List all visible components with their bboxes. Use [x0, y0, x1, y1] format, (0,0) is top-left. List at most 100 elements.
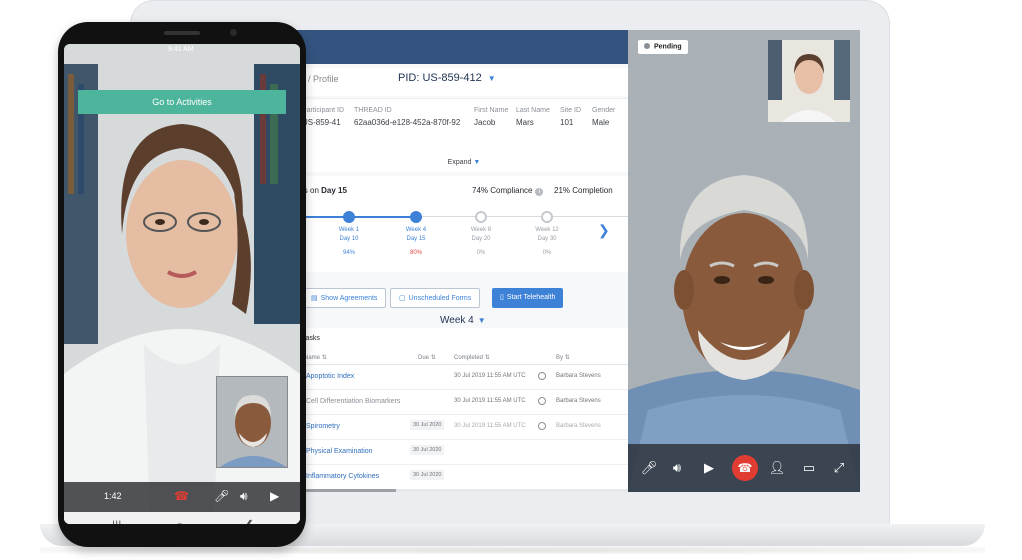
horizontal-scrollbar[interactable] — [300, 489, 628, 492]
status-dot-icon — [644, 43, 650, 49]
hangup-button[interactable]: ☎ — [732, 455, 758, 481]
week-name: Week 4 — [405, 227, 427, 233]
scrollbar-thumb[interactable] — [300, 489, 396, 492]
participant-info-card: Participant ID US-859-41 THREAD ID 62aa0… — [300, 98, 628, 172]
info-label: First Name — [474, 107, 509, 114]
pid-selector[interactable]: PID: US-859-412 ▼ — [398, 72, 496, 84]
week-day: Day 30 — [537, 236, 557, 242]
task-due: 30 Jul 2020 — [410, 445, 445, 455]
breadcrumb[interactable]: / Profile — [308, 74, 339, 84]
week-8-compliance: 0% — [476, 250, 486, 256]
task-name[interactable]: Physical Examination — [306, 448, 373, 455]
tasks-card: Tasks Name ⇅ Due ⇅ Completed ⇅ By ⇅ Apop… — [300, 328, 628, 492]
timeline-label-week-1: Week 1 Day 10 — [319, 226, 379, 244]
timeline-label-week-4: Week 4 Day 15 — [386, 226, 446, 244]
info-value: Male — [592, 118, 610, 127]
speaker-icon[interactable]: 🔊︎ — [240, 489, 248, 504]
timeline-node-week-1[interactable] — [343, 211, 355, 223]
column-label: Completed — [454, 355, 484, 361]
status-time: 9:41 AM — [168, 46, 194, 53]
table-row[interactable]: Apoptotic Index 30 Jul 2019 11:55 AM UTC… — [300, 365, 628, 390]
week-selector[interactable]: Week 4 ▼ — [440, 315, 486, 326]
chevron-down-icon: ▼ — [487, 74, 496, 83]
task-by: Barbara Stevens — [556, 423, 601, 429]
go-to-activities-button[interactable]: Go to Activities — [78, 90, 286, 114]
microphone-icon[interactable]: 🎤︎ — [214, 489, 229, 503]
laptop-shadow — [40, 546, 985, 554]
info-value: 101 — [560, 118, 574, 127]
task-name[interactable]: Cell Differentiation Biomarkers — [306, 398, 400, 405]
info-icon[interactable]: i — [535, 188, 544, 196]
clock-icon — [538, 422, 546, 430]
start-telehealth-button[interactable]: ▯ Start Telehealth — [492, 288, 564, 308]
back-icon[interactable]: ❮ — [244, 518, 254, 524]
info-last-name: Last Name Mars — [516, 107, 550, 127]
day-value: Day 15 — [321, 186, 347, 195]
timeline-node-week-8[interactable] — [475, 211, 487, 223]
info-label: Gender — [592, 107, 616, 114]
task-completed: 30 Jul 2019 11:55 AM UTC — [454, 373, 526, 379]
table-row[interactable]: Cell Differentiation Biomarkers 30 Jul 2… — [300, 390, 628, 415]
chevron-down-icon: ▼ — [477, 316, 486, 325]
week-4-compliance: 80% — [409, 250, 422, 256]
chevron-right-icon[interactable]: ❯ — [598, 222, 610, 239]
timeline-progress — [300, 216, 422, 218]
sort-icon: ⇅ — [430, 355, 436, 361]
camera-icon[interactable]: ▶ — [270, 489, 279, 503]
phone-camera — [230, 29, 237, 36]
recent-apps-icon[interactable]: ||| — [112, 518, 121, 524]
week-day: Day 10 — [339, 236, 359, 242]
progress-card: is on Day 15 74% Compliance i 21% Complet… — [300, 176, 628, 272]
task-by: Barbara Stevens — [556, 398, 601, 404]
expand-toggle[interactable]: Expand ▼ — [300, 159, 628, 166]
info-gender: Gender Male — [592, 107, 615, 127]
android-nav-bar: ||| ○ ❮ — [64, 512, 300, 524]
speaker-icon[interactable]: 🔊︎ — [668, 460, 686, 476]
info-label: Last Name — [516, 107, 550, 114]
table-row[interactable]: Spirometry 30 Jul 2020 30 Jul 2019 11:55… — [300, 415, 628, 440]
status-badge: Pending — [638, 40, 688, 54]
timeline-label-week-8: Week 8 Day 20 — [451, 226, 511, 244]
button-label: Start Telehealth — [506, 294, 556, 301]
info-value: Mars — [516, 118, 534, 127]
task-name[interactable]: Inflammatory Cytokines — [306, 473, 379, 480]
task-by: Barbara Stevens — [556, 373, 601, 379]
column-header-name[interactable]: Name ⇅ — [304, 354, 327, 361]
task-name[interactable]: Spirometry — [306, 423, 340, 430]
column-header-due[interactable]: Due ⇅ — [418, 354, 436, 361]
info-label: Participant ID — [302, 107, 345, 114]
info-first-name: First Name Jacob — [474, 107, 508, 127]
video-call-panel: Pending 🎤︎ 🔊︎ ▶ ☎ 👤︎ ▭ ⤢ — [628, 30, 860, 492]
table-row[interactable]: Inflammatory Cytokines 30 Jul 2020 — [300, 465, 628, 490]
task-due: 30 Jul 2020 — [410, 470, 445, 480]
hangup-icon[interactable]: ☎ — [174, 489, 189, 503]
compliance-label: 74% Compliance — [472, 186, 533, 195]
timeline-node-week-4[interactable] — [410, 211, 422, 223]
info-thread-id: THREAD ID 62aa036d-e128-452a-870f-92 — [354, 107, 460, 127]
task-name[interactable]: Apoptotic Index — [306, 373, 354, 380]
info-value: Jacob — [474, 118, 496, 127]
info-value: 62aa036d-e128-452a-870f-92 — [354, 118, 461, 127]
fullscreen-icon[interactable]: ⤢ — [830, 460, 848, 476]
info-participant-id: Participant ID US-859-41 — [302, 107, 344, 127]
add-participant-icon[interactable]: 👤︎ — [768, 460, 786, 476]
camera-icon[interactable]: ▶ — [700, 460, 718, 476]
week-name: Week 1 — [338, 227, 360, 233]
sort-icon: ⇅ — [484, 355, 490, 361]
unscheduled-forms-button[interactable]: ▢ Unscheduled Forms — [390, 288, 481, 308]
self-view-video[interactable] — [216, 376, 288, 468]
self-view-video[interactable] — [768, 40, 850, 122]
column-header-completed[interactable]: Completed ⇅ — [454, 354, 490, 361]
microphone-icon[interactable]: 🎤︎ — [640, 460, 658, 476]
task-completed: 30 Jul 2019 11:55 AM UTC — [454, 423, 526, 429]
timeline-node-week-12[interactable] — [541, 211, 553, 223]
table-row[interactable]: Physical Examination 30 Jul 2020 — [300, 440, 628, 465]
show-agreements-button[interactable]: ▤ Show Agreements — [302, 288, 387, 308]
clock-icon — [538, 397, 546, 405]
column-header-by[interactable]: By ⇅ — [556, 354, 570, 361]
home-icon[interactable]: ○ — [176, 518, 183, 524]
phone-status-bar: 9:41 AM — [64, 44, 300, 58]
phone-call-controls: 1:42 ☎ 🎤︎ 🔊︎ ▶ — [64, 482, 300, 512]
screen-share-icon[interactable]: ▭ — [800, 460, 818, 476]
expand-label: Expand — [447, 159, 472, 166]
